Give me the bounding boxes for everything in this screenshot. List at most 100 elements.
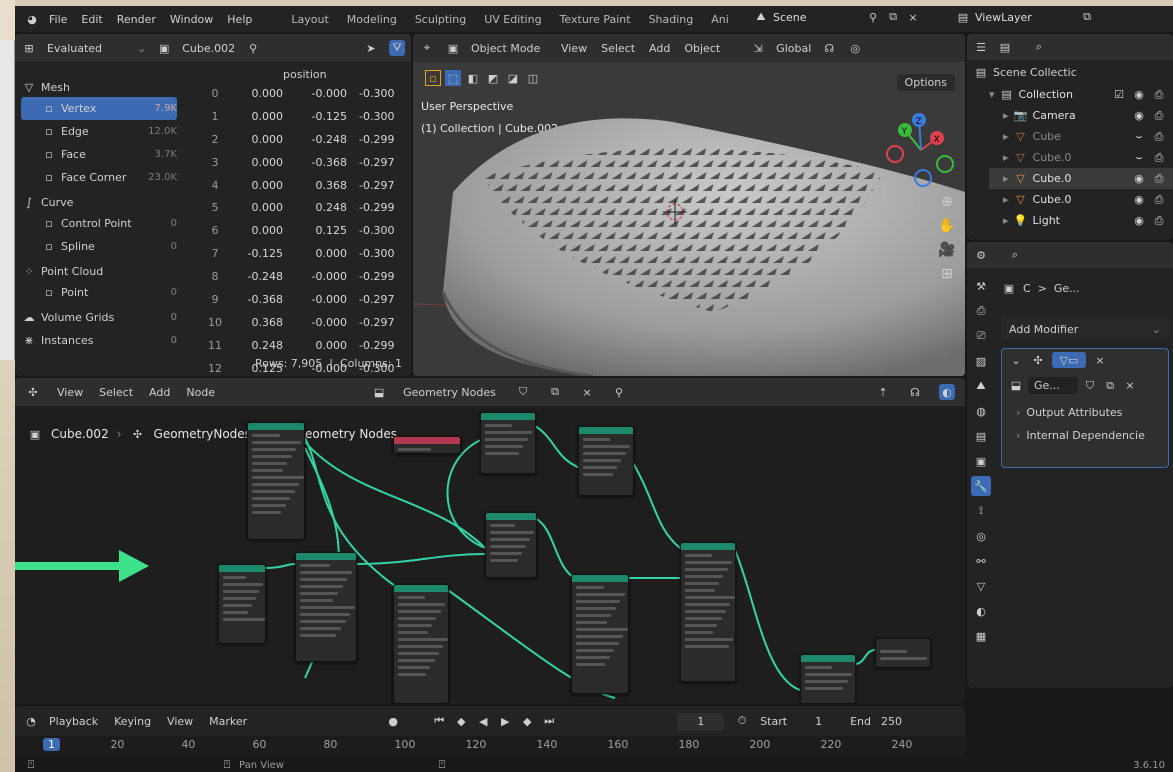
timeline-editor-icon[interactable]: ◔ [23, 713, 39, 729]
play-reverse-icon[interactable]: ◀ [475, 713, 491, 729]
jump-end-icon[interactable]: ⏭ [541, 713, 557, 729]
timeline-menu-playback[interactable]: Playback [49, 715, 98, 728]
workspace-tab[interactable]: Sculpting [406, 9, 475, 30]
scene-selector[interactable]: Scene [773, 11, 861, 24]
workspace-tab[interactable]: Layout [282, 9, 337, 30]
new-scene-icon[interactable]: ⧉ [885, 9, 901, 25]
end-frame-field[interactable]: 250 [881, 715, 902, 728]
timeline-menu-marker[interactable]: Marker [209, 715, 247, 728]
pin-icon[interactable]: ⚲ [865, 9, 881, 25]
graph-node[interactable] [680, 542, 736, 682]
node-editor[interactable]: ✣ View Select Add Node ⬓ Geometry Nodes ⛉ ⧉… [15, 378, 965, 704]
pan-hand-icon[interactable]: ✋ [938, 218, 955, 234]
internal-dependencies-panel[interactable]: › Internal Dependencie [1002, 425, 1168, 446]
checkbox-icon[interactable]: ☑ [1111, 87, 1127, 103]
domain-point[interactable]: ▫ Point 0 [21, 281, 177, 304]
graph-node[interactable] [393, 584, 449, 704]
menu-window[interactable]: Window [170, 13, 213, 26]
domain-control-point[interactable]: ▫ Control Point 0 [21, 212, 177, 235]
scene-collection-label[interactable]: Scene Collectic [993, 66, 1077, 79]
jump-keyframe-forward-icon[interactable]: ◆ [519, 713, 535, 729]
render-icon[interactable]: ⎙ [971, 301, 991, 321]
viewport-menu-add[interactable]: Add [649, 42, 670, 55]
view-layer-icon[interactable]: ▨ [971, 351, 991, 371]
snapping-icon[interactable]: ☊ [821, 40, 837, 56]
timeline-menu-keying[interactable]: Keying [114, 715, 151, 728]
visibility-eye-icon[interactable]: ◉ [1131, 192, 1147, 208]
outliner-item[interactable]: ▸ 💡 Light ◉ ⎙ [989, 210, 1173, 231]
output-attributes-panel[interactable]: › Output Attributes [1002, 400, 1168, 425]
duplicate-icon[interactable]: ⧉ [1102, 378, 1118, 394]
evaluation-mode-dropdown[interactable]: Evaluated [47, 42, 127, 55]
render-camera-icon[interactable]: ⎙ [1151, 213, 1167, 229]
particles-icon[interactable]: ⟟ [971, 501, 991, 521]
record-icon[interactable]: ● [385, 713, 401, 729]
workspace-tab[interactable]: Texture Paint [551, 9, 640, 30]
clock-icon[interactable]: ⏱ [734, 713, 750, 729]
expand-icon[interactable]: ▸ [1003, 130, 1009, 143]
viewport-menu-object[interactable]: Object [684, 42, 720, 55]
render-camera-icon[interactable]: ⎙ [1151, 129, 1167, 145]
unlink-icon[interactable]: × [1122, 378, 1138, 394]
visibility-eye-icon[interactable]: ⌣ [1131, 150, 1147, 166]
scene-icon[interactable]: ⛰ [753, 9, 769, 25]
proportional-edit-icon[interactable]: ◎ [847, 40, 863, 56]
expand-icon[interactable]: ▸ [1003, 193, 1009, 206]
menu-render[interactable]: Render [117, 13, 156, 26]
expand-icon[interactable]: ▸ [1003, 172, 1009, 185]
editor-type-icon[interactable]: ⌖ [419, 40, 435, 56]
graph-node[interactable] [480, 412, 536, 474]
start-frame-field[interactable]: 1 [815, 715, 822, 728]
menu-edit[interactable]: Edit [81, 13, 102, 26]
domain-edge[interactable]: ▫ Edge 12.0K [21, 120, 177, 143]
outliner-item[interactable]: ▸ ▽ Cube.0 ◉ ⎙ [989, 189, 1173, 210]
outliner-item[interactable]: ▸ ▽ Cube.0 ⌣ ⎙ [989, 147, 1173, 168]
selected-only-icon[interactable]: ➤ [363, 40, 379, 56]
expand-icon[interactable]: ▸ [1003, 151, 1009, 164]
data-set-curve[interactable]: ∫ Curve [21, 193, 177, 212]
menu-file[interactable]: File [49, 13, 67, 26]
graph-node[interactable] [800, 654, 856, 704]
close-icon[interactable]: × [905, 9, 921, 25]
render-camera-icon[interactable]: ⎙ [1151, 192, 1167, 208]
filter-icon[interactable]: ⛛ [389, 40, 405, 56]
data-set-instances[interactable]: ⋇ Instances 0 [21, 331, 177, 350]
workspace-tab[interactable]: Ani [702, 9, 738, 30]
render-camera-icon[interactable]: ⎙ [1151, 108, 1167, 124]
outliner-item[interactable]: ▸ ▽ Cube.0 ◉ ⎙ [989, 168, 1173, 189]
output-icon[interactable]: ⎚ [971, 326, 991, 346]
navigation-gizmo[interactable]: Y X Z [883, 112, 959, 188]
domain-face[interactable]: ▫ Face 3.7K [21, 143, 177, 166]
material-icon[interactable]: ◐ [971, 601, 991, 621]
outliner-item[interactable]: ▸ ▽ Cube ⌣ ⎙ [989, 126, 1173, 147]
domain-spline[interactable]: ▫ Spline 0 [21, 235, 177, 258]
spreadsheet-editor-icon[interactable]: ⊞ [21, 40, 37, 56]
render-camera-icon[interactable]: ⎙ [1151, 87, 1167, 103]
data-set-volume-grids[interactable]: ☁ Volume Grids 0 [21, 308, 178, 327]
search-icon[interactable]: ⌕ [1007, 247, 1023, 263]
close-icon[interactable]: × [1092, 352, 1108, 368]
world-icon[interactable]: ◍ [971, 401, 991, 421]
new-view-layer-icon[interactable]: ⧉ [1079, 9, 1095, 25]
orientation-dropdown[interactable]: Global [776, 42, 811, 55]
visibility-eye-icon[interactable]: ◉ [1131, 108, 1147, 124]
jump-keyframe-back-icon[interactable]: ◆ [453, 713, 469, 729]
visibility-eye-icon[interactable]: ◉ [1131, 213, 1147, 229]
graph-node[interactable] [875, 638, 931, 668]
render-camera-icon[interactable]: ⎙ [1151, 171, 1167, 187]
graph-node[interactable] [578, 426, 634, 496]
render-camera-icon[interactable]: ⎙ [1151, 150, 1167, 166]
visibility-eye-icon[interactable]: ◉ [1131, 171, 1147, 187]
add-modifier-button[interactable]: Add Modifier ⌄ [1001, 318, 1169, 340]
blender-logo-icon[interactable]: ◕ [21, 11, 43, 27]
jump-start-icon[interactable]: ⏮ [431, 713, 447, 729]
data-set-point-cloud[interactable]: ⁘ Point Cloud [21, 262, 177, 281]
display-mode-icon[interactable]: ▤ [997, 39, 1013, 55]
frame-ruler[interactable]: 1 20 40 60 80 100 120 140 160 180 200 220 240 [15, 736, 965, 756]
outliner-item[interactable]: ▾ ▤ Collection ☑ ◉ ⎙ [989, 84, 1173, 105]
visibility-eye-icon[interactable]: ◉ [1131, 87, 1147, 103]
view-layer-icon[interactable]: ▤ [955, 9, 971, 25]
workspace-tab[interactable]: UV Editing [475, 9, 550, 30]
graph-node[interactable] [295, 552, 357, 662]
timeline-menu-view[interactable]: View [167, 715, 193, 728]
